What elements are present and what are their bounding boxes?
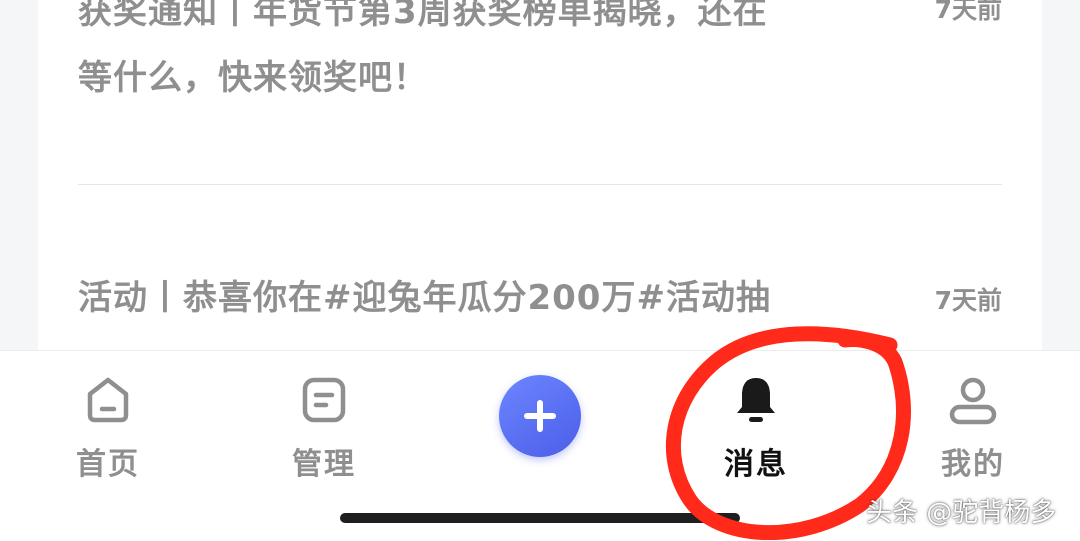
tab-messages-label: 消息	[724, 447, 788, 482]
tab-home-label: 首页	[76, 447, 140, 482]
message-time: 7天前	[934, 286, 1002, 315]
tab-home[interactable]: 首页	[43, 373, 173, 493]
bell-icon	[737, 378, 775, 422]
document-icon	[302, 377, 346, 423]
message-list: 获奖通知丨年货节第3周获奖榜单揭晓，还在 7天前 等什么，快来领奖吧！ 活动丨恭…	[38, 0, 1042, 350]
tab-manage[interactable]: 管理	[259, 373, 389, 493]
watermark: 头条 @驼背杨多	[866, 498, 1057, 528]
create-button[interactable]	[499, 375, 581, 457]
home-icon	[87, 377, 129, 423]
message-title-line-1: 获奖通知丨年货节第3周获奖榜单揭晓，还在	[78, 0, 768, 32]
user-icon	[949, 377, 997, 425]
message-title-line-1: 活动丨恭喜你在#迎兔年瓜分200万#活动抽	[78, 278, 771, 318]
home-indicator	[340, 513, 740, 523]
tab-messages[interactable]: 消息	[691, 373, 821, 493]
message-time: 7天前	[934, 0, 1002, 24]
tab-manage-label: 管理	[292, 447, 356, 482]
tab-profile[interactable]: 我的	[908, 373, 1038, 493]
plus-icon	[524, 400, 556, 432]
message-title-line-2: 等什么，快来领奖吧！	[78, 58, 428, 98]
tab-profile-label: 我的	[941, 447, 1005, 482]
divider	[78, 184, 1002, 185]
